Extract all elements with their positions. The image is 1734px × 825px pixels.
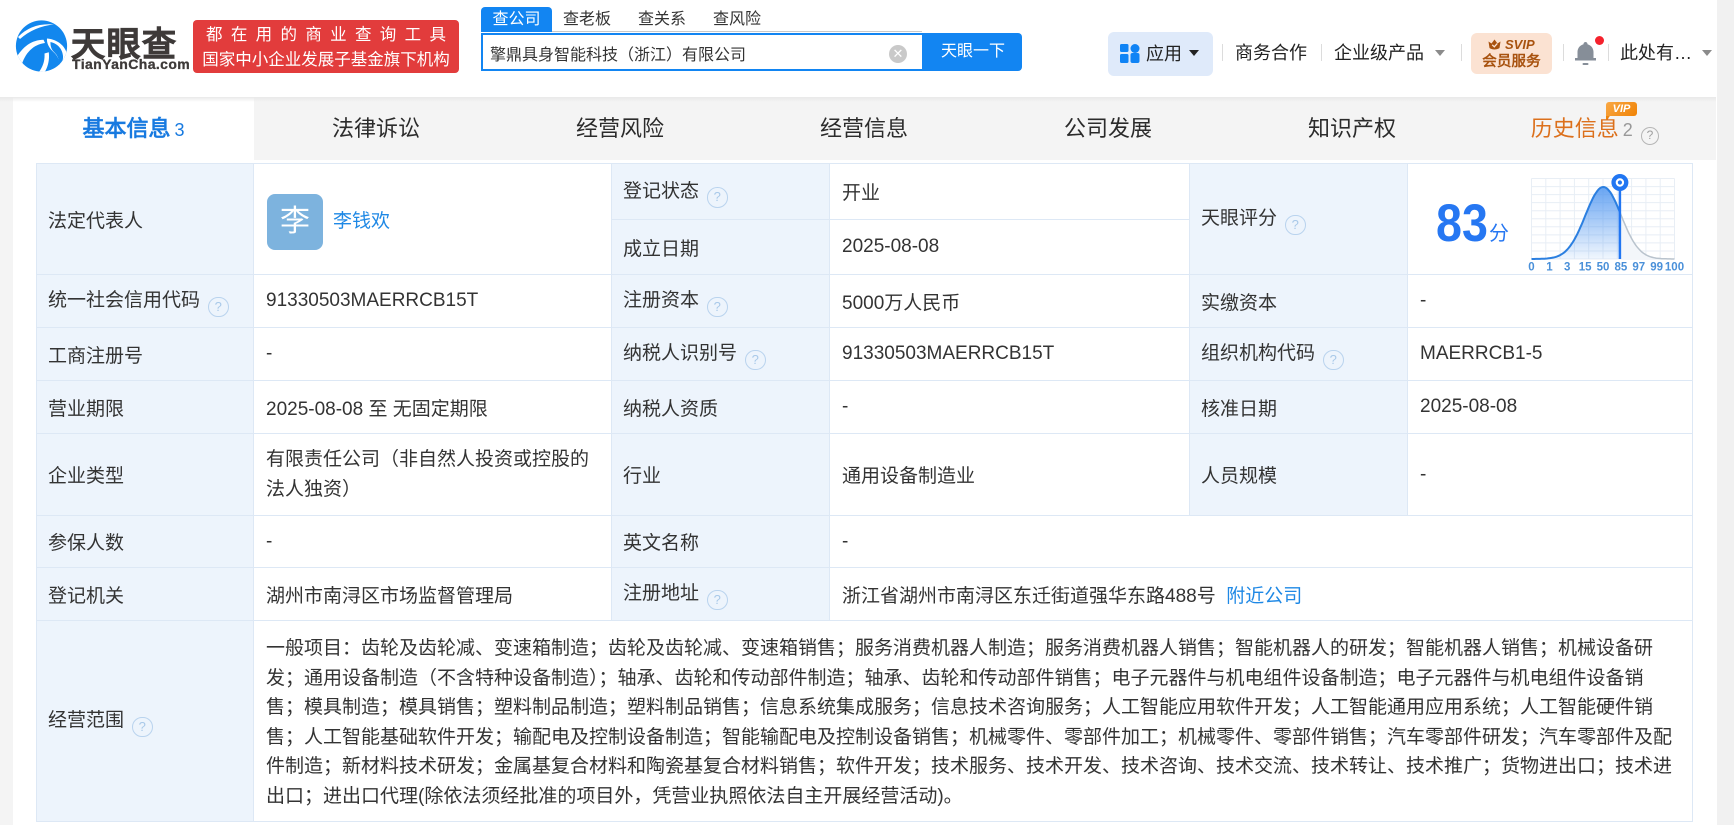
svg-text:100: 100 xyxy=(1665,262,1684,274)
svg-text:1: 1 xyxy=(1546,262,1553,274)
svg-text:15: 15 xyxy=(1579,262,1592,274)
svg-text:99: 99 xyxy=(1650,262,1663,274)
svg-text:97: 97 xyxy=(1632,262,1645,274)
svg-text:0: 0 xyxy=(1528,262,1534,274)
svg-text:50: 50 xyxy=(1597,262,1610,274)
svg-text:85: 85 xyxy=(1615,262,1628,274)
svg-text:3: 3 xyxy=(1564,262,1570,274)
